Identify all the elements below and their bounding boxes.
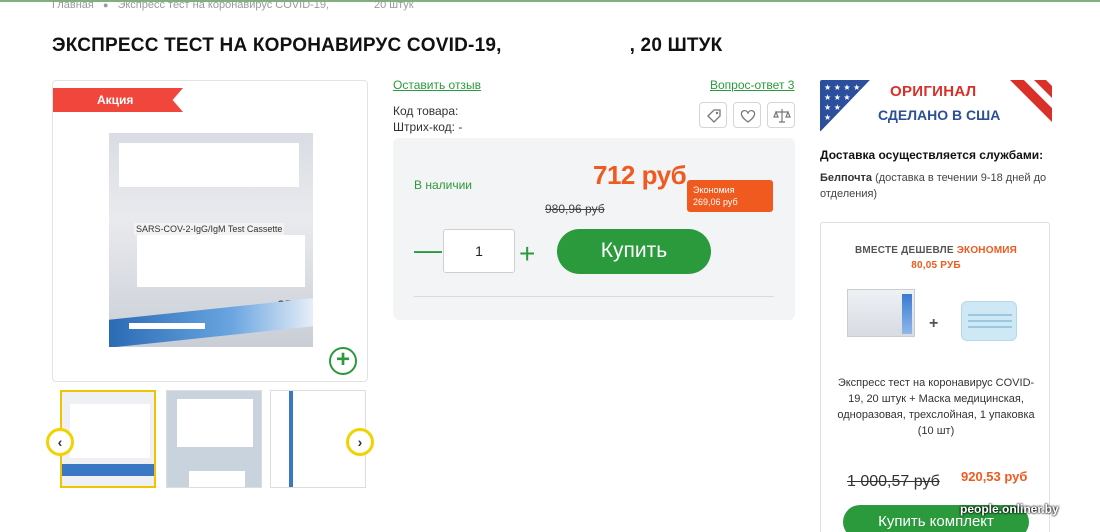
bundle-new-price: 920,53 руб [961,469,1028,484]
original-usa-banner[interactable]: ★ ★ ★ ★ ★ ★ ★ ★ ★ ★ ОРИГИНАЛ СДЕЛАНО В С… [820,80,1052,132]
bundle-old-price: 1 000,57 руб [847,473,940,490]
buy-button[interactable]: Купить [557,229,711,274]
tag-icon [707,109,721,123]
heart-icon [740,109,756,123]
bundle-offer: ВМЕСТЕ ДЕШЕВЛЕ ЭКОНОМИЯ 80,05 РУБ + Эксп… [820,222,1050,532]
svg-text:★ ★: ★ ★ [824,103,841,112]
thumbnail[interactable] [60,390,156,488]
breadcrumb-current[interactable]: Экспресс тест на коронавирус COVID-19, [117,0,329,11]
price-box: В наличии 712 руб 980,96 руб Экономия 26… [393,138,795,320]
promo-badge: Акция [53,88,183,112]
image-label: SARS-COV-2-IgG/IgM Test Cassette [134,223,285,235]
scales-icon [773,109,791,123]
savings-badge: Экономия 269,06 руб [687,180,773,212]
bundle-heading: ВМЕСТЕ ДЕШЕВЛЕ ЭКОНОМИЯ 80,05 РУБ [821,243,1051,273]
svg-text:★: ★ [824,113,831,122]
prev-arrow[interactable]: ‹ [46,428,74,456]
thumb-redaction [177,399,253,447]
product-page: Главная ● Экспресс тест на коронавирус C… [0,0,1100,532]
compare-button[interactable] [767,102,795,128]
title-main: ЭКСПРЕСС ТЕСТ НА КОРОНАВИРУС COVID-19, [52,35,502,56]
qty-increase-button[interactable]: + [519,240,535,268]
thumb-stripe [62,464,154,476]
breadcrumb-separator: ● [102,0,109,10]
bundle-mask-image[interactable] [961,301,1017,341]
breadcrumb-home[interactable]: Главная [52,0,94,11]
delivery-service: Белпочта [820,172,872,184]
savings-amount: 269,06 руб [693,197,738,207]
thumb-stripe [289,391,293,487]
qty-decrease-button[interactable]: — [414,236,442,264]
product-gallery: Акция SARS-COV-2-IgG/IgM Test Cassette C… [52,80,368,382]
old-price: 980,96 руб [545,202,605,216]
page-title: ЭКСПРЕСС ТЕСТ НА КОРОНАВИРУС COVID-19, , … [52,35,722,57]
zoom-button[interactable]: + [329,347,357,375]
quantity-input[interactable]: 1 [443,229,515,273]
thumb-redaction [70,404,150,458]
title-suffix: , 20 ШТУК [629,35,723,56]
tag-button[interactable] [699,102,727,128]
bundle-plus: + [929,315,939,332]
qa-link[interactable]: Вопрос-ответ 3 [710,78,794,92]
thumb-redaction [189,471,245,487]
watermark: people.onliner.by [960,502,1059,516]
favorite-button[interactable] [733,102,761,128]
thumbnail[interactable] [166,390,262,488]
savings-label: Экономия [693,185,735,195]
breadcrumb: Главная ● Экспресс тест на коронавирус C… [52,0,335,12]
product-barcode: Штрих-код: - [393,120,463,134]
banner-original: ОРИГИНАЛ [890,83,977,100]
stock-status: В наличии [414,178,473,192]
bundle-savings: 80,05 РУБ [911,260,961,271]
bundle-head-accent: ЭКОНОМИЯ [956,245,1018,256]
current-price: 712 руб [593,160,687,190]
svg-text:★ ★ ★ ★: ★ ★ ★ ★ [824,83,860,92]
bundle-head-text: ВМЕСТЕ ДЕШЕВЛЕ [854,245,954,256]
delivery-title: Доставка осуществляется службами: [820,148,1044,162]
image-redaction [119,143,299,187]
product-image[interactable]: SARS-COV-2-IgG/IgM Test Cassette CE [109,133,313,347]
image-redaction [137,235,305,287]
delivery-info: Белпочта (доставка в течении 9-18 дней д… [820,170,1060,202]
image-redaction [129,323,205,329]
next-arrow[interactable]: › [346,428,374,456]
divider [414,296,774,297]
breadcrumb-count: 20 штук [374,0,414,11]
svg-text:★ ★ ★: ★ ★ ★ [824,93,851,102]
bundle-description: Экспресс тест на коронавирус COVID-19, 2… [837,377,1035,437]
review-link[interactable]: Оставить отзыв [393,78,481,92]
bundle-test-image[interactable] [847,289,915,337]
product-code: Код товара: [393,104,459,118]
banner-made-in-usa: СДЕЛАНО В США [878,107,1001,123]
thumbnail-strip [52,390,368,490]
